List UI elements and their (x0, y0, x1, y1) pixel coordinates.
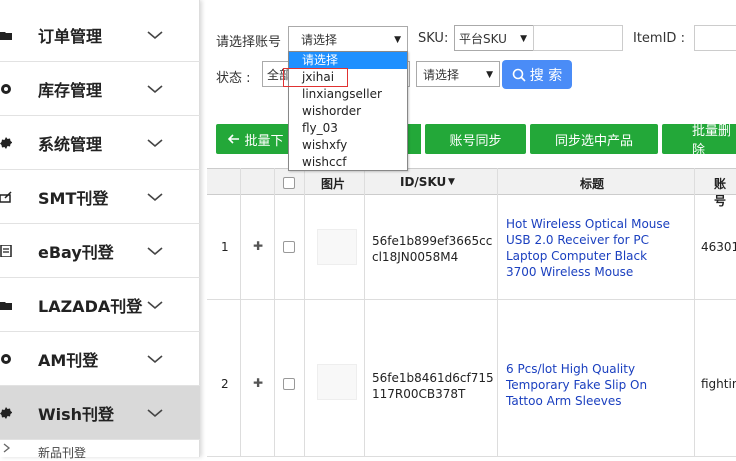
row-idsku: 56fe1b899ef3665cccl18JN0058M4 (372, 234, 493, 264)
sidebar-item-label: 库存管理 (38, 80, 103, 100)
account-label: 请选择账号 (216, 35, 282, 50)
itemid-label: ItemID : (633, 31, 685, 46)
sidebar-item-am[interactable]: AM刊登 (0, 332, 200, 386)
sku-input[interactable] (533, 25, 623, 51)
row-account: 46301 (701, 240, 736, 254)
row-title-link[interactable]: Hot Wireless Optical Mouse USB 2.0 Recei… (506, 216, 681, 280)
product-image (317, 229, 357, 265)
sidebar-item-ebay[interactable]: eBay刊登 (0, 224, 200, 278)
sidebar-item-label: Wish刊登 (38, 404, 115, 424)
sidebar-item-lazada[interactable]: LAZADA刊登 (0, 278, 200, 332)
document-icon (0, 244, 12, 258)
sidebar-subitem-label: 新品刊登 (38, 446, 87, 460)
account-select-value: 请选择 (301, 32, 338, 47)
row-title-link[interactable]: 6 Pcs/lot High Quality Temporary Fake Sl… (506, 361, 681, 409)
batch-delete-label: 批量删除 (692, 124, 732, 158)
highlight-box (283, 68, 348, 87)
product-table: 图片 ID/SKU ▼ 标题 账号 1 ✚ 56fe1b899ef3665ccc… (207, 168, 736, 457)
sidebar-item-label: SMT刊登 (38, 188, 109, 208)
hidden-button-fragment[interactable] (406, 124, 421, 154)
extra-select-value: 请选择 (423, 67, 460, 82)
arrow-icon (2, 442, 12, 456)
extra-select[interactable]: 请选择 ▼ (416, 61, 500, 87)
arrow-back-icon (228, 134, 240, 144)
folder-icon (0, 28, 12, 42)
chevron-down-icon[interactable] (146, 404, 164, 422)
sync-selected-button[interactable]: 同步选中产品 (530, 124, 658, 154)
folder-icon (0, 298, 12, 312)
dropdown-option[interactable]: wishxfy (289, 137, 407, 154)
table-row[interactable]: 2 ✚ 56fe1b8461d6cf715117R00CB378T 6 Pcs/… (207, 300, 736, 457)
account-sync-label: 账号同步 (449, 133, 502, 149)
gear-icon (0, 352, 12, 366)
chevron-down-icon[interactable] (146, 350, 164, 368)
table-header: 图片 ID/SKU ▼ 标题 账号 (207, 168, 736, 208)
sidebar-subitem-new-listing[interactable]: 新品刊登 (0, 440, 200, 460)
chevron-down-icon[interactable] (146, 134, 164, 152)
search-icon (512, 68, 526, 82)
dropdown-option[interactable]: 请选择 (289, 52, 407, 69)
row-checkbox[interactable] (283, 241, 295, 253)
select-all-checkbox[interactable] (283, 177, 295, 189)
sidebar-item-orders[interactable]: 订单管理 (0, 8, 200, 62)
header-idsku[interactable]: ID/SKU (400, 175, 446, 189)
cog-icon (0, 406, 12, 420)
chevron-down-icon[interactable] (146, 242, 164, 260)
sku-type-select[interactable]: 平台SKU ▼ (454, 25, 534, 51)
sort-desc-icon[interactable]: ▼ (448, 177, 455, 187)
caret-down-icon: ▼ (520, 34, 527, 44)
status-label: 状态 : (216, 71, 251, 86)
dropdown-option[interactable]: linxiangseller (289, 86, 407, 103)
sidebar-item-inventory[interactable]: 库存管理 (0, 62, 200, 116)
sidebar-item-label: AM刊登 (38, 350, 99, 370)
sync-selected-label: 同步选中产品 (554, 133, 633, 149)
header-image: 图片 (321, 177, 346, 191)
sku-type-value: 平台SKU (459, 31, 507, 46)
table-row[interactable]: 1 ✚ 56fe1b899ef3665cccl18JN0058M4 Hot Wi… (207, 195, 736, 300)
chevron-down-icon[interactable] (146, 80, 164, 98)
account-select[interactable]: 请选择 ▼ (288, 26, 408, 52)
caret-down-icon: ▼ (394, 35, 401, 45)
row-number: 1 (221, 240, 229, 254)
sidebar-item-system[interactable]: 系统管理 (0, 116, 200, 170)
row-account: fightin (701, 377, 736, 391)
sidebar-item-label: 订单管理 (38, 26, 103, 46)
chevron-down-icon[interactable] (146, 296, 164, 314)
expand-icon[interactable]: ✚ (253, 239, 263, 253)
sku-label: SKU: (418, 31, 449, 46)
sidebar-item-wish[interactable]: Wish刊登 (0, 386, 200, 440)
search-label: 搜 索 (529, 67, 563, 84)
chevron-down-icon[interactable] (146, 188, 164, 206)
dropdown-option[interactable]: wishorder (289, 103, 407, 120)
sidebar-item-label: eBay刊登 (38, 242, 114, 262)
row-number: 2 (221, 377, 229, 391)
header-title: 标题 (580, 177, 605, 191)
account-sync-button[interactable]: 账号同步 (425, 124, 526, 154)
dropdown-option[interactable]: wishccf (289, 154, 407, 171)
search-button[interactable]: 搜 索 (502, 60, 572, 89)
sidebar: 订单管理 库存管理 系统管理 SMT刊登 eBay刊登 LAZADA刊登 AM刊… (0, 0, 200, 460)
chevron-down-icon[interactable] (146, 26, 164, 44)
sidebar-item-label: 系统管理 (38, 134, 103, 154)
sidebar-item-label: LAZADA刊登 (38, 296, 143, 316)
pencil-icon (0, 190, 12, 204)
gear-icon (0, 82, 12, 96)
dropdown-option[interactable]: fly_03 (289, 120, 407, 137)
itemid-input[interactable] (694, 25, 736, 51)
caret-down-icon: ▼ (486, 70, 493, 80)
cog-icon (0, 136, 12, 150)
sidebar-item-smt[interactable]: SMT刊登 (0, 170, 200, 224)
batch-delete-button[interactable]: 批量删除 (662, 124, 736, 158)
product-image (317, 364, 357, 400)
batch-download-label: 批量下 (244, 133, 284, 149)
row-idsku: 56fe1b8461d6cf715117R00CB378T (372, 371, 494, 401)
batch-download-button[interactable]: 批量下 (216, 124, 296, 154)
row-checkbox[interactable] (283, 378, 295, 390)
expand-icon[interactable]: ✚ (253, 376, 263, 390)
